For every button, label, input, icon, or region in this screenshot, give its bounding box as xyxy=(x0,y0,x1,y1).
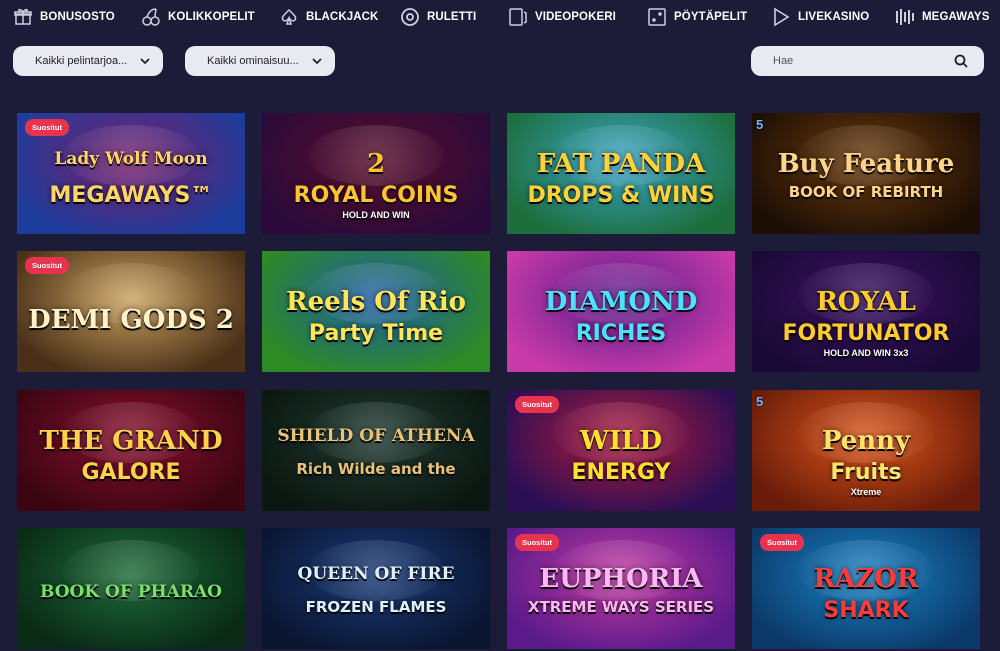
popular-badge: Suositut xyxy=(515,534,559,551)
game-tile[interactable]: Penny Fruits Xtreme 5 xyxy=(752,390,980,511)
game-title: SHIELD OF ATHENA xyxy=(277,426,475,446)
gift-icon xyxy=(13,7,33,27)
game-subtitle-2: Xtreme xyxy=(850,487,882,497)
game-subtitle: FROZEN FLAMES xyxy=(305,598,447,616)
search-input[interactable] xyxy=(773,55,943,67)
game-subtitle: ROYAL COINS xyxy=(293,183,459,208)
game-title: BOOK OF PHARAO xyxy=(40,582,222,602)
game-title: ROYAL xyxy=(816,287,916,317)
nav-item-bonusosto[interactable]: BONUSOSTO xyxy=(13,0,141,34)
megaways-icon xyxy=(895,7,915,27)
game-tile[interactable]: QUEEN OF FIRE FROZEN FLAMES xyxy=(262,528,490,649)
provider-dropdown-value: Kaikki pelintarjoa... xyxy=(35,55,128,67)
play-icon xyxy=(771,7,791,27)
game-subtitle: SHARK xyxy=(823,598,909,623)
game-tile[interactable]: Reels Of Rio Party Time xyxy=(262,251,490,372)
nav-item-livekasino[interactable]: LIVEKASINO xyxy=(771,0,895,34)
game-title: DIAMOND xyxy=(544,287,698,317)
game-title: RAZOR xyxy=(813,564,919,594)
nav-label: VIDEOPOKERI xyxy=(535,11,616,23)
game-tile[interactable]: RAZOR SHARK Suositut xyxy=(752,528,980,649)
game-title: QUEEN OF FIRE xyxy=(297,564,455,584)
game-subtitle: Rich Wilde and the xyxy=(296,460,456,478)
spade-icon xyxy=(279,7,299,27)
game-subtitle: MEGAWAYS™ xyxy=(49,183,213,208)
table-games-icon xyxy=(647,7,667,27)
nav-label: BONUSOSTO xyxy=(40,11,115,23)
chevron-down-icon xyxy=(312,58,322,65)
game-tile[interactable]: SHIELD OF ATHENA Rich Wilde and the xyxy=(262,390,490,511)
game-title: EUPHORIA xyxy=(539,564,703,594)
nav-item-kolikkopelit[interactable]: KOLIKKOPELIT xyxy=(141,0,279,34)
nav-label: RULETTI xyxy=(427,11,477,23)
search-icon[interactable] xyxy=(954,54,968,68)
provider-number-badge: 5 xyxy=(756,394,764,409)
provider-dropdown[interactable]: Kaikki pelintarjoa... xyxy=(13,46,163,76)
game-title: DEMI GODS 2 xyxy=(28,305,234,335)
nav-item-videopokeri[interactable]: VIDEOPOKERI xyxy=(508,0,647,34)
game-tile[interactable]: Buy Feature BOOK OF REBIRTH 5 xyxy=(752,113,980,234)
game-tile[interactable]: DIAMOND RICHES xyxy=(507,251,735,372)
game-title: Penny xyxy=(821,426,911,456)
game-subtitle: GALORE xyxy=(81,460,181,485)
game-subtitle: DROPS & WINS xyxy=(527,183,715,208)
game-tile[interactable]: ROYAL FORTUNATOR HOLD AND WIN 3x3 xyxy=(752,251,980,372)
game-title: WILD xyxy=(579,426,663,456)
features-dropdown-value: Kaikki ominaisuu... xyxy=(207,55,299,67)
game-tile[interactable]: BOOK OF PHARAO xyxy=(17,528,245,649)
game-subtitle: RICHES xyxy=(575,321,667,346)
game-subtitle: XTREME WAYS SERIES xyxy=(527,598,715,616)
nav-item-poytapelit[interactable]: PÖYTÄPELIT xyxy=(647,0,771,34)
game-subtitle: ENERGY xyxy=(571,460,671,485)
game-tile[interactable]: THE GRAND GALORE xyxy=(17,390,245,511)
chevron-down-icon xyxy=(140,58,150,65)
game-tile[interactable]: WILD ENERGY Suositut xyxy=(507,390,735,511)
nav-label: MEGAWAYS xyxy=(922,11,990,23)
game-subtitle-2: HOLD AND WIN 3x3 xyxy=(823,348,909,358)
game-subtitle: Fruits xyxy=(830,460,902,485)
nav-item-megaways[interactable]: MEGAWAYS xyxy=(895,0,995,34)
cherries-icon xyxy=(141,7,161,27)
nav-item-ruletti[interactable]: RULETTI xyxy=(400,0,508,34)
game-subtitle-2: HOLD AND WIN xyxy=(342,210,410,220)
game-tile[interactable]: DEMI GODS 2 Suositut xyxy=(17,251,245,372)
game-title: Reels Of Rio xyxy=(286,287,466,317)
provider-number-badge: 5 xyxy=(756,117,764,132)
game-tile[interactable]: FAT PANDA DROPS & WINS xyxy=(507,113,735,234)
game-tile[interactable]: Lady Wolf Moon MEGAWAYS™ Suositut xyxy=(17,113,245,234)
nav-label: BLACKJACK xyxy=(306,11,379,23)
game-title: Lady Wolf Moon xyxy=(54,149,208,169)
popular-badge: Suositut xyxy=(515,396,559,413)
roulette-icon xyxy=(400,7,420,27)
game-title: THE GRAND xyxy=(39,426,223,456)
popular-badge: Suositut xyxy=(25,257,69,274)
game-subtitle: FORTUNATOR xyxy=(782,321,950,346)
game-tile[interactable]: EUPHORIA XTREME WAYS SERIES Suositut xyxy=(507,528,735,649)
game-subtitle: BOOK OF REBIRTH xyxy=(788,183,944,201)
video-poker-icon xyxy=(508,7,528,27)
game-title: FAT PANDA xyxy=(536,149,706,179)
nav-label: LIVEKASINO xyxy=(798,11,870,23)
popular-badge: Suositut xyxy=(25,119,69,136)
game-title: Buy Feature xyxy=(777,149,955,179)
search-box xyxy=(751,46,984,76)
nav-label: PÖYTÄPELIT xyxy=(674,11,748,23)
nav-label: KOLIKKOPELIT xyxy=(168,11,255,23)
nav-item-blackjack[interactable]: BLACKJACK xyxy=(279,0,400,34)
features-dropdown[interactable]: Kaikki ominaisuu... xyxy=(185,46,335,76)
popular-badge: Suositut xyxy=(760,534,804,551)
top-nav: BONUSOSTO KOLIKKOPELIT BLACKJACK RULETTI… xyxy=(0,0,1000,34)
game-tile[interactable]: 2 ROYAL COINS HOLD AND WIN xyxy=(262,113,490,234)
game-title: 2 xyxy=(366,149,386,179)
game-subtitle: Party Time xyxy=(308,321,444,346)
